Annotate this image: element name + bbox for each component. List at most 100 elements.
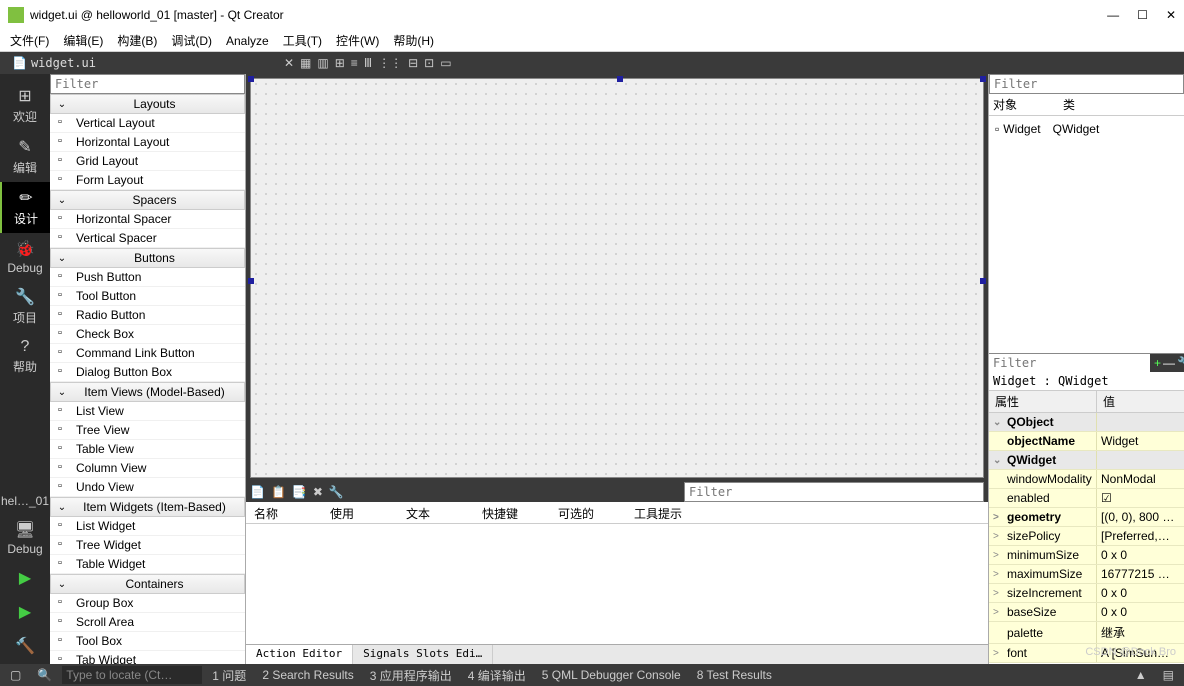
layout-icon[interactable]: Ⅲ: [364, 56, 372, 70]
mode-welcome[interactable]: ⊞欢迎: [0, 80, 50, 131]
debug-run-button[interactable]: ▶: [0, 596, 50, 630]
config-action-icon[interactable]: 🔧: [329, 485, 344, 499]
pane-issues[interactable]: 1 问题: [206, 667, 252, 684]
action-list[interactable]: [246, 524, 988, 644]
search-icon[interactable]: 🔍: [31, 668, 58, 682]
kit-selector[interactable]: hel…_01: [0, 488, 50, 514]
property-filter[interactable]: [989, 354, 1150, 372]
delete-action-icon[interactable]: ✖: [313, 485, 323, 499]
layout-icon[interactable]: ▥: [317, 56, 328, 70]
tab-action-editor[interactable]: Action Editor: [246, 645, 353, 664]
pane-search[interactable]: 2 Search Results: [256, 668, 359, 682]
property-category[interactable]: ⌄QObject: [989, 413, 1184, 432]
property-row[interactable]: objectNameWidget: [989, 432, 1184, 451]
layout-icon[interactable]: ⊟: [408, 56, 418, 70]
object-tree-root[interactable]: ▫ Widget QWidget: [993, 120, 1180, 138]
close-tab-icon[interactable]: ✕: [284, 56, 294, 70]
build-config[interactable]: 🖥Debug: [0, 514, 50, 562]
layout-icon[interactable]: ⋮⋮: [378, 56, 402, 70]
widgetbox-item[interactable]: ▫Tree View: [50, 421, 245, 440]
widgetbox-item[interactable]: ▫Horizontal Spacer: [50, 210, 245, 229]
property-row[interactable]: windowModalityNonModal: [989, 470, 1184, 489]
menu-file[interactable]: 文件(F): [4, 30, 55, 51]
menu-build[interactable]: 构建(B): [111, 30, 163, 51]
widgetbox-item[interactable]: ▫Command Link Button: [50, 344, 245, 363]
minimize-button[interactable]: —: [1107, 8, 1119, 22]
toggle-pane-icon[interactable]: ▲: [1129, 668, 1153, 682]
paste-action-icon[interactable]: 📑: [292, 485, 307, 499]
layout-icon[interactable]: ⊡: [424, 56, 434, 70]
layout-icon[interactable]: ▭: [440, 56, 451, 70]
property-row[interactable]: >fontA [SimSun…: [989, 644, 1184, 663]
pane-qml[interactable]: 5 QML Debugger Console: [536, 668, 687, 682]
layout-icon[interactable]: ⊞: [335, 56, 345, 70]
widgetbox-item[interactable]: ▫Radio Button: [50, 306, 245, 325]
property-row[interactable]: >baseSize0 x 0: [989, 603, 1184, 622]
mode-projects[interactable]: 🔧项目: [0, 281, 50, 332]
design-canvas[interactable]: [250, 78, 984, 478]
widgetbox-item[interactable]: ▫Scroll Area: [50, 613, 245, 632]
prop-col-name[interactable]: 属性: [989, 391, 1097, 412]
property-category[interactable]: ⌄QWidget: [989, 451, 1184, 470]
menu-tools[interactable]: 工具(T): [277, 30, 328, 51]
new-action-icon[interactable]: 📄: [250, 485, 265, 499]
widgetbox-item[interactable]: ▫Table Widget: [50, 555, 245, 574]
widgetbox-category[interactable]: ⌄Item Widgets (Item-Based): [50, 497, 245, 517]
mode-edit[interactable]: ✎编辑: [0, 131, 50, 182]
layout-icon[interactable]: ▦: [300, 56, 311, 70]
pane-compile[interactable]: 4 编译输出: [462, 667, 532, 684]
obj-col-object[interactable]: 对象: [993, 96, 1063, 113]
col-shortcut[interactable]: 快捷键: [474, 502, 550, 523]
widgetbox-category[interactable]: ⌄Item Views (Model-Based): [50, 382, 245, 402]
property-row[interactable]: >sizePolicy[Preferred,…: [989, 527, 1184, 546]
col-name[interactable]: 名称: [246, 502, 322, 523]
widgetbox-item[interactable]: ▫Table View: [50, 440, 245, 459]
widgetbox-item[interactable]: ▫Undo View: [50, 478, 245, 497]
widgetbox-item[interactable]: ▫Tree Widget: [50, 536, 245, 555]
document-tab[interactable]: 📄 widget.ui: [4, 54, 104, 72]
widgetbox-item[interactable]: ▫Tool Box: [50, 632, 245, 651]
property-row[interactable]: enabled☑: [989, 489, 1184, 508]
widgetbox-item[interactable]: ▫List Widget: [50, 517, 245, 536]
config-property-icon[interactable]: 🔧: [1177, 356, 1184, 370]
split-icon[interactable]: ▤: [1157, 668, 1180, 682]
object-filter[interactable]: [989, 74, 1184, 94]
widgetbox-item[interactable]: ▫Grid Layout: [50, 152, 245, 171]
menu-edit[interactable]: 编辑(E): [57, 30, 109, 51]
widgetbox-category[interactable]: ⌄Containers: [50, 574, 245, 594]
mode-design[interactable]: ✏设计: [0, 182, 50, 233]
widgetbox-category[interactable]: ⌄Buttons: [50, 248, 245, 268]
widgetbox-item[interactable]: ▫Push Button: [50, 268, 245, 287]
col-tooltip[interactable]: 工具提示: [626, 502, 702, 523]
prop-col-value[interactable]: 值: [1097, 391, 1121, 412]
widgetbox-item[interactable]: ▫Horizontal Layout: [50, 133, 245, 152]
build-button[interactable]: 🔨: [0, 630, 50, 664]
action-filter[interactable]: [684, 482, 984, 502]
widgetbox-item[interactable]: ▫Check Box: [50, 325, 245, 344]
widgetbox-item[interactable]: ▫Vertical Spacer: [50, 229, 245, 248]
run-button[interactable]: ▶: [0, 562, 50, 596]
obj-col-class[interactable]: 类: [1063, 96, 1133, 113]
property-row[interactable]: >maximumSize16777215 …: [989, 565, 1184, 584]
tab-signals-slots[interactable]: Signals Slots Edi…: [353, 645, 493, 664]
add-property-icon[interactable]: +: [1154, 356, 1161, 370]
widgetbox-item[interactable]: ▫Group Box: [50, 594, 245, 613]
widgetbox-category[interactable]: ⌄Spacers: [50, 190, 245, 210]
col-checkable[interactable]: 可选的: [550, 502, 626, 523]
widgetbox-category[interactable]: ⌄Layouts: [50, 94, 245, 114]
close-pane-icon[interactable]: ▢: [4, 668, 27, 682]
layout-icon[interactable]: ≡: [351, 56, 358, 70]
property-row[interactable]: >geometry[(0, 0), 800 …: [989, 508, 1184, 527]
property-row[interactable]: >sizeIncrement0 x 0: [989, 584, 1184, 603]
remove-property-icon[interactable]: —: [1163, 356, 1175, 370]
widgetbox-item[interactable]: ▫Column View: [50, 459, 245, 478]
menu-analyze[interactable]: Analyze: [220, 32, 275, 50]
widgetbox-item[interactable]: ▫Vertical Layout: [50, 114, 245, 133]
widgetbox-item[interactable]: ▫Tool Button: [50, 287, 245, 306]
maximize-button[interactable]: ☐: [1137, 8, 1148, 22]
mode-debug[interactable]: 🐞Debug: [0, 233, 50, 281]
pane-appoutput[interactable]: 3 应用程序输出: [364, 667, 458, 684]
widgetbox-item[interactable]: ▫Tab Widget: [50, 651, 245, 664]
property-row[interactable]: palette继承: [989, 622, 1184, 644]
copy-action-icon[interactable]: 📋: [271, 485, 286, 499]
